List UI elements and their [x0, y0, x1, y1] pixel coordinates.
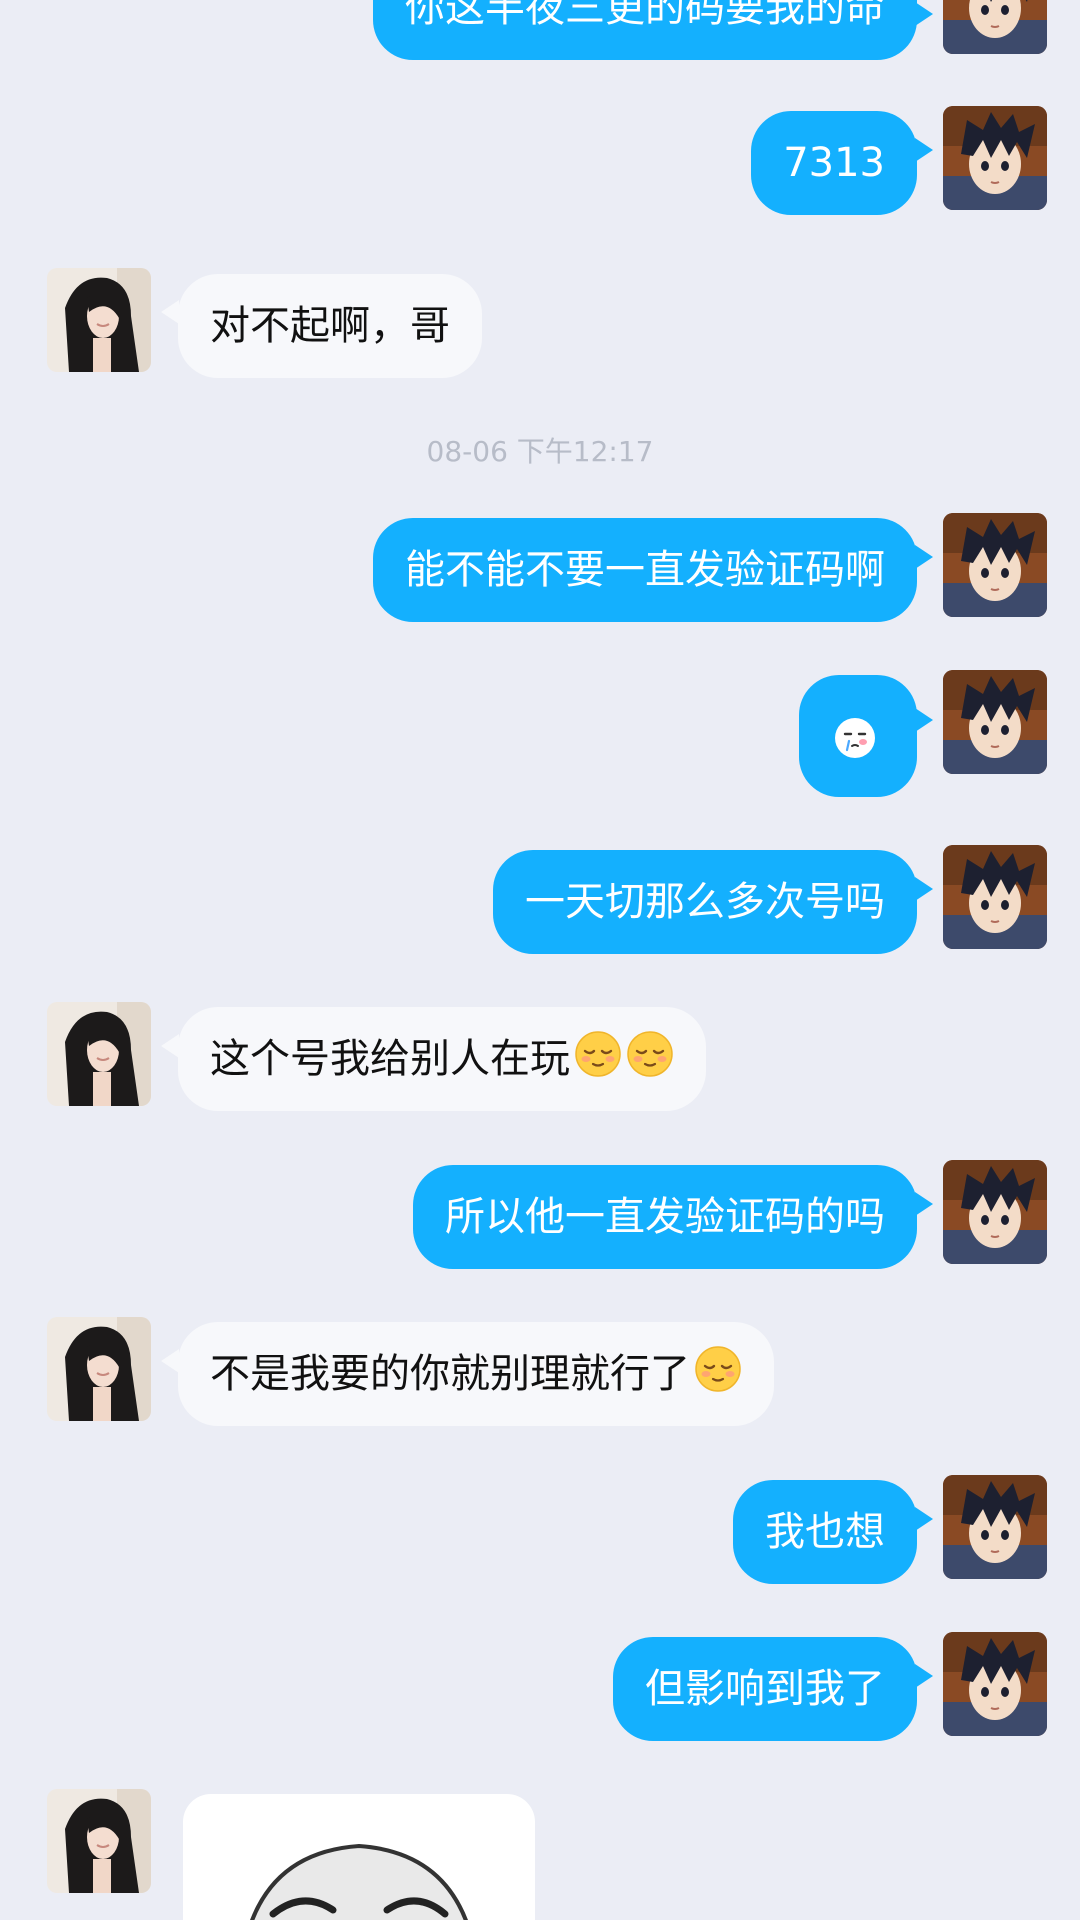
self-avatar[interactable]	[943, 845, 1047, 949]
chat-message-list[interactable]: 你这半夜三更的码要我的命 7313 对不起啊，哥 08-06 下午12:17 能…	[0, 0, 1080, 1920]
bubble-tail	[915, 138, 933, 162]
girl-photo-avatar-icon	[47, 1317, 151, 1421]
bubble-tail	[915, 545, 933, 569]
message-text: 不是我要的你就别理就行了	[210, 1351, 690, 1397]
message-text: 一天切那么多次号吗	[525, 879, 885, 925]
anime-boy-avatar-icon	[943, 670, 1047, 774]
peer-avatar[interactable]	[47, 268, 151, 372]
bubble-tail	[161, 300, 179, 324]
bubble-tail	[915, 2, 933, 26]
message-text: 所以他一直发验证码的吗	[445, 1194, 885, 1240]
girl-photo-avatar-icon	[47, 1789, 151, 1893]
anime-boy-avatar-icon	[943, 0, 1047, 54]
anime-boy-avatar-icon	[943, 1632, 1047, 1736]
bubble-tail	[915, 877, 933, 901]
message-bubble-self[interactable]: 我也想	[733, 1480, 917, 1584]
anime-boy-avatar-icon	[943, 106, 1047, 210]
sticker-bubble-peer[interactable]	[183, 1794, 535, 1920]
anime-boy-avatar-icon	[943, 1475, 1047, 1579]
message-text: 能不能不要一直发验证码啊	[405, 547, 885, 593]
self-avatar[interactable]	[943, 1160, 1047, 1264]
self-avatar[interactable]	[943, 106, 1047, 210]
relieved-face-icon	[574, 1030, 622, 1078]
message-bubble-self[interactable]: 一天切那么多次号吗	[493, 850, 917, 954]
bubble-tail	[915, 1664, 933, 1688]
message-text: 但影响到我了	[645, 1666, 885, 1712]
message-timestamp: 08-06 下午12:17	[426, 435, 654, 468]
self-avatar[interactable]	[943, 1475, 1047, 1579]
message-text: 这个号我给别人在玩	[210, 1036, 570, 1082]
message-bubble-peer[interactable]: 对不起啊，哥	[178, 274, 482, 378]
relieved-face-icon	[626, 1030, 674, 1078]
sticker-bubble-self[interactable]	[799, 675, 917, 797]
bubble-tail	[915, 1507, 933, 1531]
girl-photo-avatar-icon	[47, 268, 151, 372]
peer-avatar[interactable]	[47, 1317, 151, 1421]
message-bubble-self[interactable]: 所以他一直发验证码的吗	[413, 1165, 917, 1269]
bubble-tail	[161, 1349, 179, 1373]
message-bubble-self[interactable]: 能不能不要一直发验证码啊	[373, 518, 917, 622]
self-avatar[interactable]	[943, 670, 1047, 774]
message-bubble-self[interactable]: 你这半夜三更的码要我的命	[373, 0, 917, 60]
message-text: 我也想	[765, 1509, 885, 1555]
message-bubble-peer[interactable]: 这个号我给别人在玩	[178, 1007, 706, 1111]
bubble-tail	[161, 1034, 179, 1058]
message-text: 7313	[783, 140, 885, 186]
message-text: 对不起啊，哥	[210, 303, 450, 349]
anime-boy-avatar-icon	[943, 513, 1047, 617]
bubble-tail	[915, 708, 933, 732]
peer-avatar[interactable]	[47, 1789, 151, 1893]
bubble-tail	[915, 1192, 933, 1216]
self-avatar[interactable]	[943, 0, 1047, 54]
self-avatar[interactable]	[943, 513, 1047, 617]
message-bubble-self[interactable]: 7313	[751, 111, 917, 215]
girl-photo-avatar-icon	[47, 1002, 151, 1106]
anime-boy-avatar-icon	[943, 845, 1047, 949]
anime-boy-avatar-icon	[943, 1160, 1047, 1264]
crying-face-sticker-icon	[835, 718, 875, 758]
panda-face-meme-sticker-icon	[250, 1843, 468, 1920]
message-text: 你这半夜三更的码要我的命	[405, 0, 885, 31]
message-bubble-peer[interactable]: 不是我要的你就别理就行了	[178, 1322, 774, 1426]
message-bubble-self[interactable]: 但影响到我了	[613, 1637, 917, 1741]
peer-avatar[interactable]	[47, 1002, 151, 1106]
relieved-face-icon	[694, 1345, 742, 1393]
self-avatar[interactable]	[943, 1632, 1047, 1736]
